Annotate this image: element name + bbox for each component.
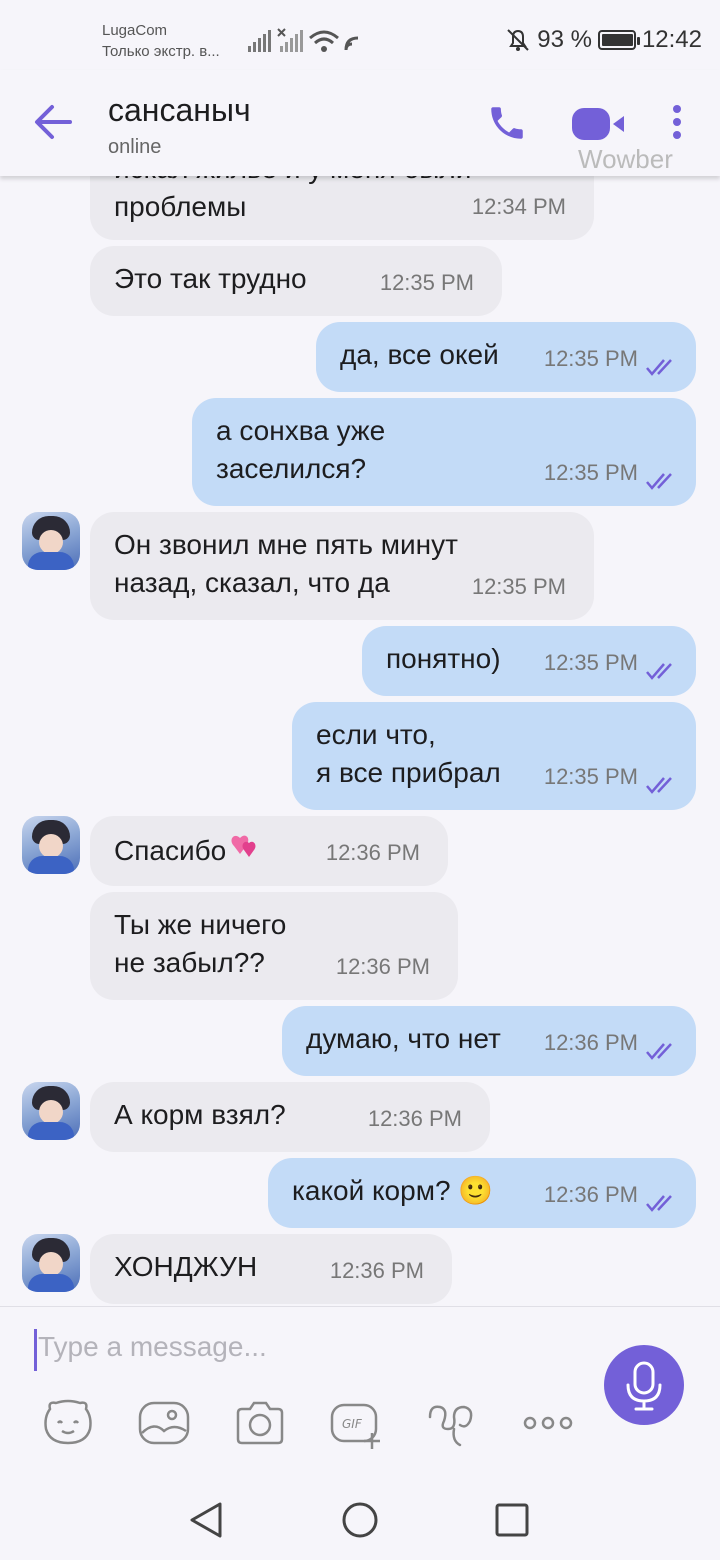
composer-toolbar: GIF [0, 1395, 600, 1451]
video-call-icon[interactable] [572, 106, 628, 142]
clock: 12:42 [641, 26, 702, 53]
phone-icon[interactable] [486, 102, 528, 144]
gif-icon[interactable]: GIF [328, 1395, 384, 1451]
message-bubble-incoming[interactable]: Ты же ничего не забыл?? 12:36 PM [90, 892, 458, 1000]
message-text: искал жилье и у меня были [114, 176, 594, 188]
camera-icon[interactable] [232, 1395, 288, 1451]
read-ticks-icon [646, 473, 672, 490]
message-time: 12:35 PM [543, 764, 638, 789]
message-bubble-incoming[interactable]: А корм взял? 12:36 PM [90, 1082, 490, 1152]
status-bar: LugaCom Только экстр. в... 93 % 12:42 [0, 0, 720, 70]
recents-nav-icon[interactable] [494, 1500, 530, 1540]
carrier-subtitle: Только экстр. в... [102, 43, 220, 60]
message-time: 12:36 PM [335, 954, 430, 979]
message-time: 12:34 PM [471, 194, 566, 219]
contact-name[interactable]: сансаныч [108, 92, 251, 129]
more-vertical-icon[interactable] [670, 104, 684, 140]
message-bubble-incoming[interactable]: Он звонил мне пять минут назад, сказал, … [90, 512, 594, 620]
battery-percent: 93 % [537, 26, 592, 53]
read-ticks-icon [646, 359, 672, 376]
message-bubble-incoming[interactable]: ХОНДЖУН 12:36 PM [90, 1234, 452, 1304]
message-time: 12:36 PM [367, 1106, 462, 1131]
message-time: 12:36 PM [329, 1258, 424, 1283]
message-bubble-incoming[interactable]: искал жилье и у меня были проблемы 12:34… [90, 176, 594, 240]
status-right: 93 % 12:42 [505, 26, 702, 54]
avatar[interactable] [22, 512, 80, 570]
message-time: 12:35 PM [379, 270, 474, 295]
mute-bell-icon [507, 29, 529, 51]
composer: Type a message... GIF [0, 1306, 720, 1480]
read-ticks-icon [646, 663, 672, 680]
carrier-name: LugaCom [102, 22, 168, 39]
message-bubble-incoming[interactable]: Спасибо 12:36 PM [90, 816, 448, 886]
system-navigation-bar [0, 1480, 720, 1560]
svg-text:GIF: GIF [342, 1417, 363, 1431]
sticker-icon[interactable] [40, 1395, 96, 1451]
back-arrow-icon[interactable] [34, 104, 74, 140]
message-bubble-outgoing[interactable]: думаю, что нет 12:36 PM [282, 1006, 696, 1076]
read-ticks-icon [646, 1043, 672, 1060]
avatar[interactable] [22, 1234, 80, 1292]
message-bubble-outgoing[interactable]: понятно) 12:35 PM [362, 626, 696, 696]
back-nav-icon[interactable] [188, 1500, 224, 1540]
message-bubble-outgoing[interactable]: какой корм? 🙂 12:36 PM [268, 1158, 696, 1228]
message-text: а сонхва уже [216, 415, 386, 446]
message-text: Спасибо [114, 835, 227, 866]
message-bubble-outgoing[interactable]: да, все окей 12:35 PM [316, 322, 696, 392]
message-time: 12:35 PM [543, 650, 638, 675]
message-text: да, все окей [340, 339, 499, 370]
message-time: 12:36 PM [325, 840, 420, 865]
avatar[interactable] [22, 816, 80, 874]
signal-wifi-icons [248, 28, 359, 52]
read-ticks-icon [646, 777, 672, 794]
battery-icon [597, 30, 640, 50]
microphone-icon [626, 1361, 662, 1411]
message-list[interactable]: искал жилье и у меня были проблемы 12:34… [0, 176, 720, 1306]
message-bubble-incoming[interactable]: Это так трудно 12:35 PM [90, 246, 502, 316]
message-text: если что, [316, 719, 436, 750]
message-text: я все прибрал [316, 757, 501, 788]
avatar[interactable] [22, 1082, 80, 1140]
doodle-icon[interactable] [424, 1395, 480, 1451]
contact-status: online [108, 136, 162, 158]
message-bubble-outgoing[interactable]: а сонхва уже заселился? 12:35 PM [192, 398, 696, 506]
more-icon[interactable] [520, 1395, 576, 1451]
message-time: 12:36 PM [543, 1182, 638, 1207]
carrier-info: LugaCom Только экстр. в... [102, 20, 220, 62]
message-text: Ты же ничего [114, 909, 287, 940]
message-bubble-outgoing[interactable]: если что, я все прибрал 12:35 PM [292, 702, 696, 810]
voice-message-button[interactable] [604, 1345, 684, 1425]
home-nav-icon[interactable] [340, 1500, 380, 1540]
message-time: 12:36 PM [543, 1030, 638, 1055]
heart-emoji-icon [231, 835, 256, 857]
text-cursor [34, 1329, 37, 1371]
watermark: Wowber [578, 144, 673, 174]
message-time: 12:35 PM [543, 346, 638, 371]
message-time: 12:35 PM [543, 460, 638, 485]
chat-header: сансаныч online Wowber [0, 70, 720, 176]
gallery-icon[interactable] [136, 1395, 192, 1451]
message-input[interactable]: Type a message... [38, 1331, 267, 1363]
read-ticks-icon [646, 1195, 672, 1212]
message-text: Он звонил мне пять минут [114, 529, 458, 560]
message-time: 12:35 PM [471, 574, 566, 599]
